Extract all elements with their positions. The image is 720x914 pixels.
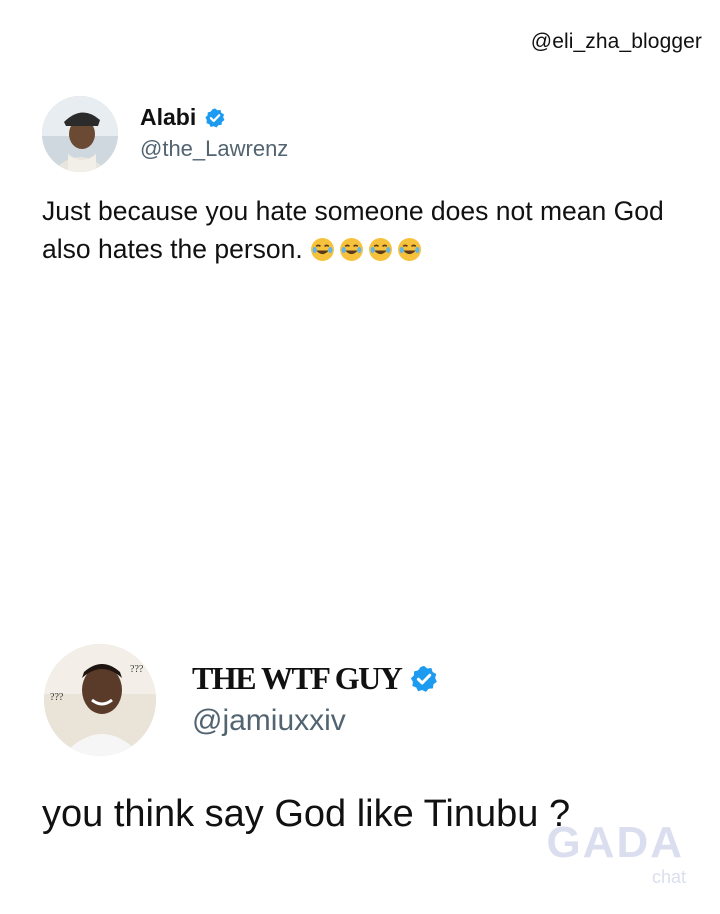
verified-badge-icon [411,665,438,692]
face-with-tears-of-joy-icon [311,238,335,261]
avatar-photo-icon: ??? ??? [44,644,156,756]
site-watermark-sub: chat [651,867,686,887]
author-handle[interactable]: @jamiuxxiv [192,704,346,738]
avatar[interactable] [42,96,118,172]
avatar[interactable]: ??? ??? [44,644,156,756]
avatar-photo-icon [42,96,118,172]
verified-badge-icon [205,107,225,127]
face-with-tears-of-joy-icon [369,238,393,261]
svg-text:???: ??? [50,692,64,703]
emoji-row [310,234,426,264]
site-watermark-logo: GADA [546,818,684,867]
face-with-tears-of-joy-icon [340,238,364,261]
svg-text:???: ??? [130,664,144,675]
watermark-handle: @eli_zha_blogger [530,30,702,53]
author-handle[interactable]: @the_Lawrenz [140,136,288,162]
face-with-tears-of-joy-icon [398,238,422,261]
author-name[interactable]: Alabi [140,104,196,131]
author-name[interactable]: THE WTF GUY [192,660,403,697]
tweet-text: Just because you hate someone does not m… [42,192,690,268]
